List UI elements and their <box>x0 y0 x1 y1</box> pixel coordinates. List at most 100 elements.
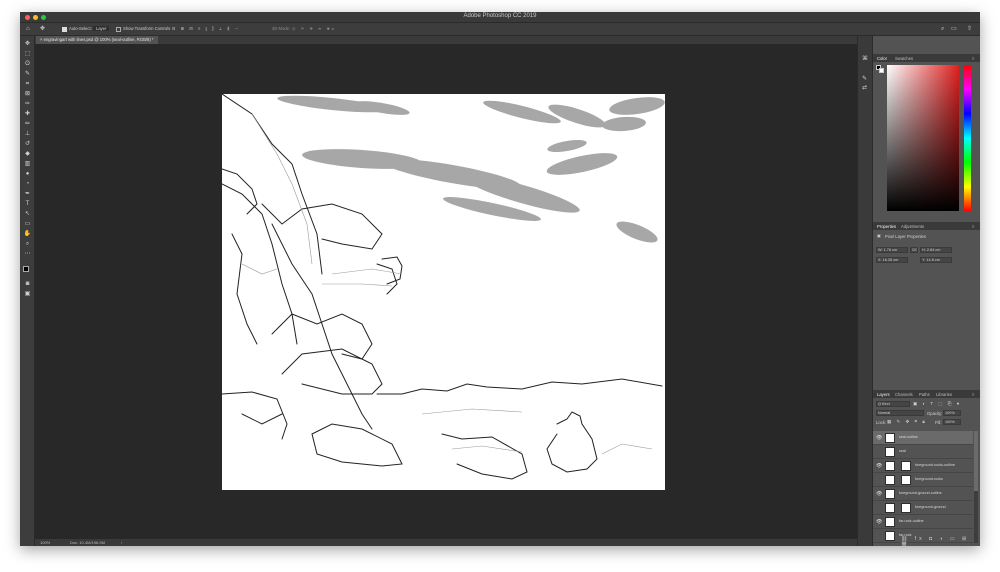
y-field[interactable]: Y: 14.8 cm <box>920 257 952 263</box>
workspace-icon[interactable]: ▭ <box>951 26 957 32</box>
layer-thumbnail <box>885 531 895 541</box>
height-field[interactable]: H: 2.84 cm <box>920 247 952 253</box>
tab-color[interactable]: Color <box>877 56 887 61</box>
tab-adjustments[interactable]: Adjustments <box>901 224 924 229</box>
tools-panel: ✥ ⬚ ʘ ✎ ⌗ ⊠ ✑ ✚ ✏ ⊥ ↺ ◆ ▥ ● ◔ ✒ T ↖ ▭ ✋ … <box>20 36 35 546</box>
history-brush-icon[interactable]: ↺ <box>23 140 32 148</box>
brush-tool-icon[interactable]: ✏ <box>23 120 32 128</box>
status-arrow-icon[interactable]: › <box>121 540 122 545</box>
move-tool-icon[interactable]: ✥ <box>23 40 32 48</box>
tab-swatches[interactable]: Swatches <box>895 56 913 61</box>
layer-mask-thumbnail[interactable] <box>901 461 911 471</box>
zoom-level[interactable]: 100% <box>40 540 50 545</box>
visibility-eye-icon[interactable]: 👁︎ <box>876 491 882 497</box>
layers-scrollbar[interactable] <box>974 431 978 543</box>
healing-brush-icon[interactable]: ✚ <box>23 110 32 118</box>
gradient-icon[interactable]: ▥ <box>23 160 32 168</box>
brush-settings-icon[interactable]: ✎ <box>862 76 867 82</box>
auto-select-dropdown[interactable]: Layer <box>93 26 110 31</box>
more-tools-icon[interactable]: ⋯ <box>23 250 32 258</box>
history-icon[interactable]: ⌘ <box>862 56 868 62</box>
hue-slider[interactable] <box>964 65 971 211</box>
width-field[interactable]: W: 1.76 cm <box>876 247 908 253</box>
marquee-tool-icon[interactable]: ⬚ <box>23 50 32 58</box>
path-select-icon[interactable]: ↖ <box>23 210 32 218</box>
properties-icon[interactable]: ⇄ <box>862 85 867 91</box>
visibility-eye-icon[interactable]: 👁︎ <box>876 435 882 441</box>
layers-panel-tabs: Layers Channels Paths Libraries ≡ <box>873 390 980 398</box>
search-icon[interactable]: ⌕ <box>941 26 944 32</box>
show-transform-label: Show Transform Controls <box>123 26 171 31</box>
eyedropper-icon[interactable]: ✑ <box>23 100 32 108</box>
panel-menu-icon[interactable]: ≡ <box>972 56 974 61</box>
quick-select-icon[interactable]: ✎ <box>23 70 32 78</box>
layer-filter-icons[interactable]: ▣ ◐ T ⬚ ⎘ ● <box>913 401 961 407</box>
document-canvas[interactable] <box>221 93 665 490</box>
eraser-icon[interactable]: ◆ <box>23 150 32 158</box>
background-color-swatch[interactable] <box>879 68 884 73</box>
layer-row[interactable]: foreground-rocks <box>873 473 973 487</box>
link-dimensions-button[interactable]: GO <box>910 247 918 253</box>
clone-stamp-icon[interactable]: ⊥ <box>23 130 32 138</box>
properties-panel: ▣ Pixel Layer Properties W: 1.76 cm GO H… <box>873 230 980 384</box>
layer-row[interactable]: seal <box>873 445 973 459</box>
scrollbar-thumb[interactable] <box>974 431 978 491</box>
show-transform-checkbox[interactable] <box>116 27 121 32</box>
tab-paths[interactable]: Paths <box>919 392 930 397</box>
fill-field[interactable]: 100% <box>943 419 961 425</box>
share-icon[interactable]: ⇧ <box>967 26 972 32</box>
type-tool-icon[interactable]: T <box>23 200 32 208</box>
document-tab-bar: × engravingart with lines.psd @ 100% (se… <box>35 36 857 44</box>
hand-tool-icon[interactable]: ✋ <box>23 230 32 238</box>
x-field[interactable]: X: 16.28 cm <box>876 257 908 263</box>
layer-row[interactable]: 👁︎ foreground-ground-outline <box>873 487 973 501</box>
3d-mode-icons[interactable]: ◎ ⟳ ✥ ⇹ ■◂ <box>292 26 335 31</box>
lock-icons[interactable]: ▦ ✎ ✥ ⌗ 🔒︎ <box>887 419 927 425</box>
zoom-tool-icon[interactable]: ⌕ <box>23 240 32 248</box>
tab-libraries[interactable]: Libraries <box>936 392 952 397</box>
close-tab-icon[interactable]: × <box>40 37 42 42</box>
panel-menu-icon[interactable]: ≡ <box>972 392 974 397</box>
photoshop-window: Adobe Photoshop CC 2019 ⌂ ✥ Auto-Select:… <box>20 12 980 546</box>
status-bar: 100% Doc: 10.4M/196.5M › <box>35 539 857 546</box>
layer-thumbnail <box>885 475 895 485</box>
title-bar: Adobe Photoshop CC 2019 <box>20 12 980 23</box>
layer-row[interactable]: 👁︎ foreground-rocks-outline <box>873 459 973 473</box>
foreground-color-swatch[interactable] <box>23 266 29 272</box>
layer-thumbnail <box>885 517 895 527</box>
panel-menu-icon[interactable]: ≡ <box>972 224 974 229</box>
tab-channels[interactable]: Channels <box>895 392 913 397</box>
lasso-tool-icon[interactable]: ʘ <box>23 60 32 68</box>
color-picker-field[interactable] <box>887 65 959 211</box>
home-icon[interactable]: ⌂ <box>26 26 30 32</box>
frame-tool-icon[interactable]: ⊠ <box>23 90 32 98</box>
opacity-field[interactable]: 100% <box>943 410 961 416</box>
visibility-eye-icon[interactable]: 👁︎ <box>876 463 882 469</box>
shape-tool-icon[interactable]: ▭ <box>23 220 32 228</box>
pen-tool-icon[interactable]: ✒ <box>23 190 32 198</box>
layer-row[interactable]: foreground-ground <box>873 501 973 515</box>
visibility-eye-icon[interactable]: 👁︎ <box>876 519 882 525</box>
document-tab[interactable]: × engravingart with lines.psd @ 100% (se… <box>36 36 158 44</box>
align-icons[interactable]: ⊟ ⊞ ⊟ ≡ ⫾ ⫿ ⊥ ⫼ ⋯ <box>172 26 241 31</box>
color-panel-tabs: Color Swatches ≡ <box>873 54 980 62</box>
quick-mask-icon[interactable]: ◙ <box>23 280 32 288</box>
layer-mask-thumbnail[interactable] <box>901 503 911 513</box>
canvas-workspace[interactable] <box>35 44 857 539</box>
layer-kind-filter[interactable]: Q Kind <box>876 401 910 407</box>
dodge-tool-icon[interactable]: ◔ <box>23 180 32 188</box>
layer-row[interactable]: 👁︎ seal-outline <box>873 431 973 445</box>
blend-mode-select[interactable]: Normal <box>876 410 924 416</box>
screen-mode-icon[interactable]: ▣ <box>23 290 32 298</box>
tab-layers[interactable]: Layers <box>877 392 890 397</box>
move-tool-icon[interactable]: ✥ <box>40 26 45 32</box>
blur-tool-icon[interactable]: ● <box>23 170 32 178</box>
layer-mask-thumbnail[interactable] <box>901 475 911 485</box>
auto-select-checkbox[interactable] <box>62 27 67 32</box>
tab-properties[interactable]: Properties <box>877 224 896 229</box>
crop-tool-icon[interactable]: ⌗ <box>23 80 32 88</box>
layer-action-icons[interactable]: ⛓ fx ◘ ◑ ▭ ⊞ 🗑︎ <box>901 536 980 546</box>
layers-panel: Q Kind ▣ ◐ T ⬚ ⎘ ● Normal Opacity: 100% … <box>873 398 980 546</box>
layer-row[interactable]: 👁︎ far-rock-outline <box>873 515 973 529</box>
layer-name: foreground-ground-outline <box>899 491 942 495</box>
